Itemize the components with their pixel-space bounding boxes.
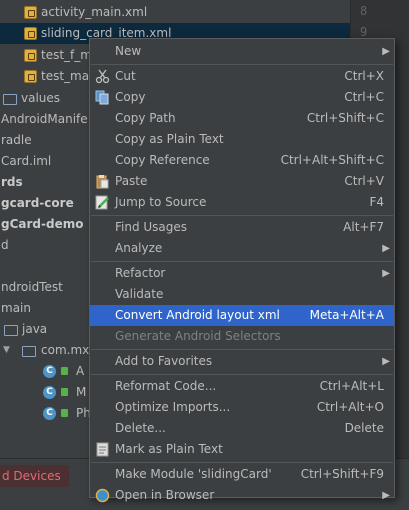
menu-item-refactor[interactable]: Refactor ▶ <box>90 263 394 284</box>
menu-item-new[interactable]: New ▶ <box>90 41 394 62</box>
menu-item-open-in-browser[interactable]: Open in Browser ▶ <box>90 485 394 506</box>
browser-icon <box>95 488 110 503</box>
class-icon: C <box>43 407 56 420</box>
xml-file-icon <box>24 70 37 83</box>
menu-item-validate[interactable]: Validate <box>90 284 394 305</box>
menu-item-copy-plain-text[interactable]: Copy as Plain Text <box>90 129 394 150</box>
folder-icon <box>4 325 18 336</box>
menu-item-find-usages[interactable]: Find Usages Alt+F7 <box>90 217 394 238</box>
class-icon: C <box>43 386 56 399</box>
menu-item-analyze[interactable]: Analyze ▶ <box>90 238 394 259</box>
devices-tab[interactable]: d Devices <box>0 465 69 487</box>
line-number: 8 <box>360 4 368 18</box>
menu-item-make-module[interactable]: Make Module 'slidingCard' Ctrl+Shift+F9 <box>90 464 394 485</box>
submenu-arrow-icon: ▶ <box>382 243 390 254</box>
menu-item-generate-android-selectors[interactable]: Generate Android Selectors <box>90 326 394 347</box>
submenu-arrow-icon: ▶ <box>382 46 390 57</box>
menu-item-jump-to-source[interactable]: Jump to Source F4 <box>90 192 394 213</box>
context-menu: New ▶ Cut Ctrl+X Copy Ctrl+C Copy Path C… <box>89 38 395 503</box>
menu-item-copy-path[interactable]: Copy Path Ctrl+Shift+C <box>90 108 394 129</box>
xml-file-icon <box>24 49 37 62</box>
menu-separator <box>91 374 393 375</box>
menu-item-copy[interactable]: Copy Ctrl+C <box>90 87 394 108</box>
menu-separator <box>91 462 393 463</box>
scissors-icon <box>95 69 110 84</box>
text-file-icon <box>95 442 110 457</box>
lock-icon <box>61 367 68 375</box>
menu-item-paste[interactable]: Paste Ctrl+V <box>90 171 394 192</box>
submenu-arrow-icon: ▶ <box>382 356 390 367</box>
menu-item-convert-android-layout[interactable]: Convert Android layout xml Meta+Alt+A <box>90 305 394 326</box>
class-icon: C <box>43 365 56 378</box>
submenu-arrow-icon: ▶ <box>382 268 390 279</box>
package-icon <box>22 346 36 357</box>
menu-item-optimize-imports[interactable]: Optimize Imports... Ctrl+Alt+O <box>90 397 394 418</box>
folder-icon <box>3 94 17 105</box>
line-number: 9 <box>360 25 368 39</box>
edit-source-icon <box>95 195 110 210</box>
submenu-arrow-icon: ▶ <box>382 490 390 501</box>
lock-icon <box>61 409 68 417</box>
menu-separator <box>91 349 393 350</box>
tree-item[interactable]: activity_main.xml <box>0 2 350 23</box>
menu-separator <box>91 215 393 216</box>
menu-item-add-to-favorites[interactable]: Add to Favorites ▶ <box>90 351 394 372</box>
menu-item-delete[interactable]: Delete... Delete <box>90 418 394 439</box>
xml-file-icon <box>24 6 37 19</box>
menu-item-mark-as-plain-text[interactable]: Mark as Plain Text <box>90 439 394 460</box>
menu-item-copy-reference[interactable]: Copy Reference Ctrl+Alt+Shift+C <box>90 150 394 171</box>
menu-separator <box>91 64 393 65</box>
menu-item-reformat-code[interactable]: Reformat Code... Ctrl+Alt+L <box>90 376 394 397</box>
xml-file-icon <box>24 27 37 40</box>
menu-separator <box>91 261 393 262</box>
lock-icon <box>61 388 68 396</box>
expand-caret-icon[interactable]: ▼ <box>3 340 10 361</box>
paste-icon <box>95 174 110 189</box>
copy-icon <box>95 90 110 105</box>
menu-item-cut[interactable]: Cut Ctrl+X <box>90 66 394 87</box>
